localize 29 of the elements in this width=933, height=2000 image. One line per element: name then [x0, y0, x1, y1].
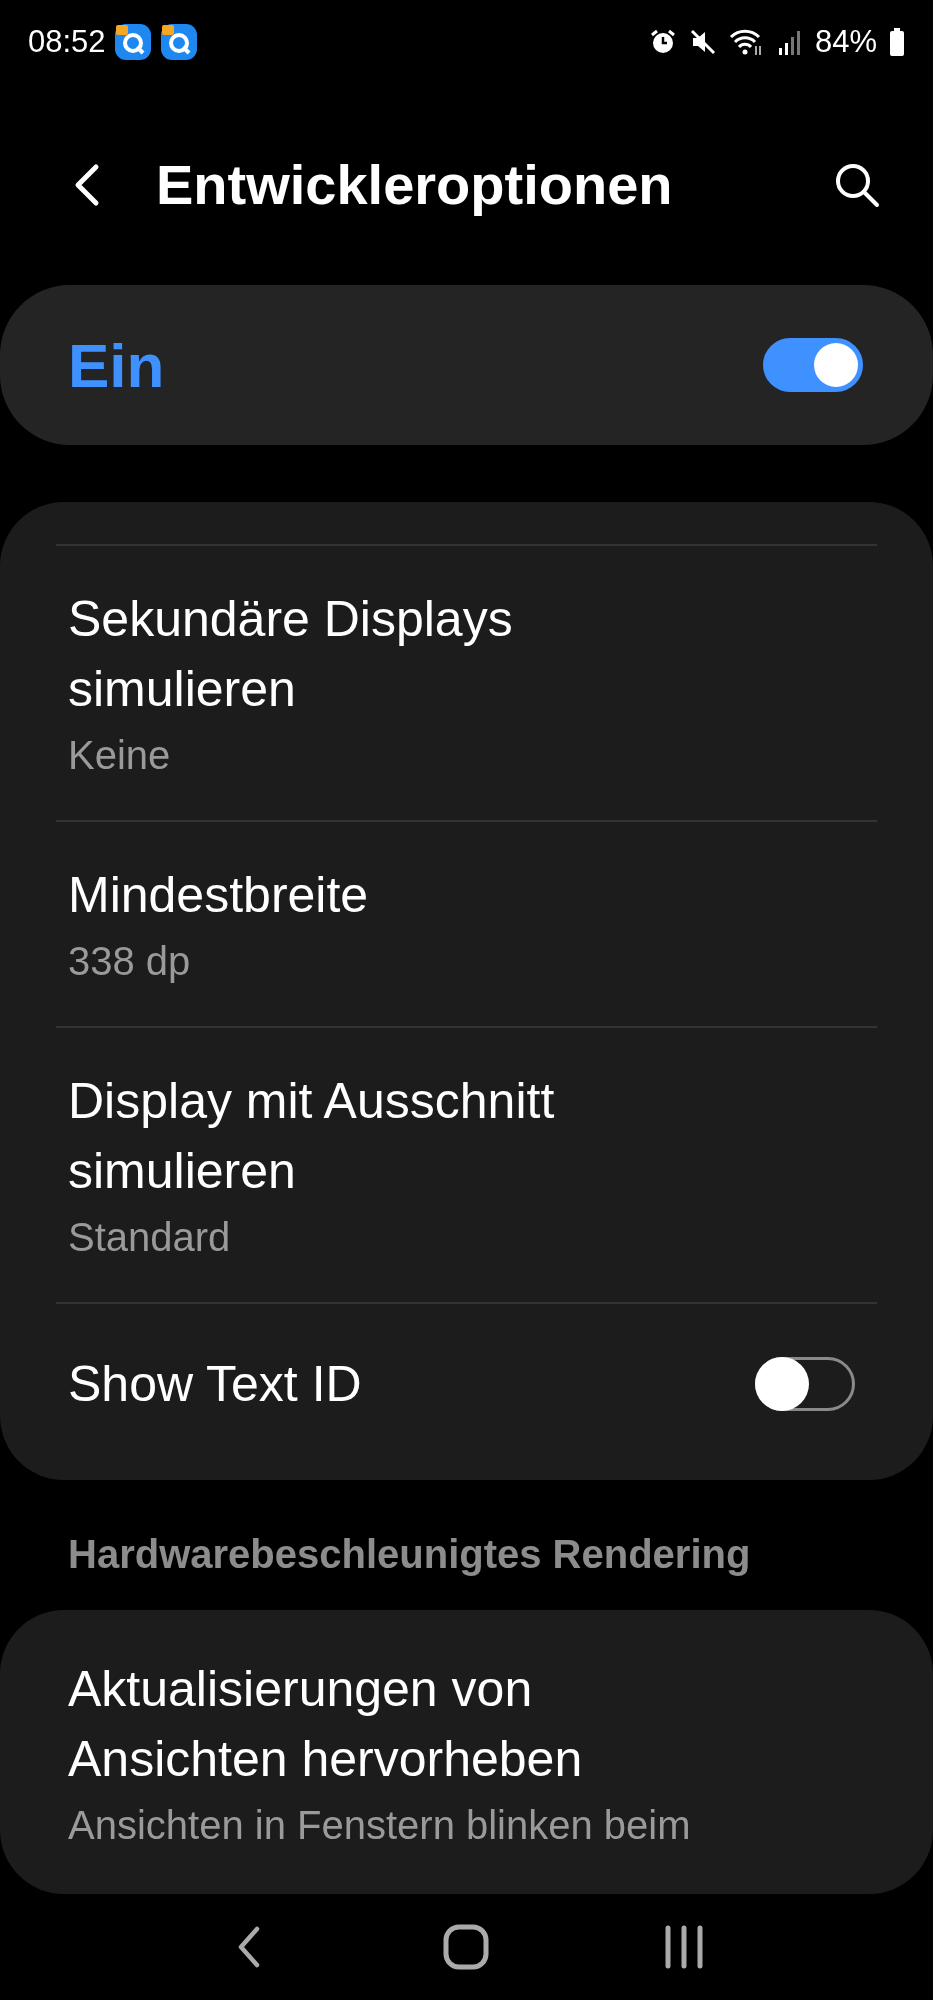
home-icon: [443, 1924, 490, 1970]
toggle-switch[interactable]: [763, 338, 863, 392]
settings-row[interactable]: Display mit Ausschnitt simulieren Standard: [0, 1028, 933, 1302]
setting-title: Mindestbreite: [68, 866, 370, 925]
recents-icon: [663, 1925, 706, 1969]
section-header: Hardwarebeschleunigtes Rendering: [67, 1531, 752, 1578]
battery-icon: [889, 28, 905, 56]
app-notification-icon: [159, 23, 198, 61]
setting-title: Aktualisierungen von Ansichten hervorheben: [68, 1660, 584, 1789]
app-notification-icon: [113, 23, 152, 61]
settings-row[interactable]: Aktualisierungen von Ansichten hervorheben Ansichten in Fenstern blinken beim: [0, 1616, 933, 1890]
settings-row[interactable]: Mindestbreite 338 dp: [0, 822, 933, 1026]
setting-summary: Standard: [68, 1214, 232, 1261]
clock: 08:52: [28, 22, 106, 61]
battery-percentage: 84%: [814, 22, 877, 61]
setting-summary: 338 dp: [68, 938, 192, 985]
alarm-icon: [648, 28, 677, 56]
setting-summary: Keine: [68, 732, 172, 779]
settings-row[interactable]: Show Text ID: [0, 1304, 933, 1464]
setting-title: Display mit Ausschnitt simulieren: [68, 1072, 556, 1201]
setting-summary: Ansichten in Fenstern blinken beim: [68, 1802, 692, 1849]
screen-title: Entwickleroptionen: [156, 151, 674, 218]
signal-icon: [776, 28, 803, 56]
toggle-switch[interactable]: [755, 1357, 855, 1411]
setting-title: Show Text ID: [68, 1354, 362, 1414]
setting-title: Sekundäre Displays simulieren: [68, 590, 514, 719]
master-switch-label: Ein: [68, 329, 165, 402]
mute-icon: [688, 28, 717, 56]
settings-row[interactable]: Sekundäre Displays simulieren Keine: [0, 546, 933, 820]
